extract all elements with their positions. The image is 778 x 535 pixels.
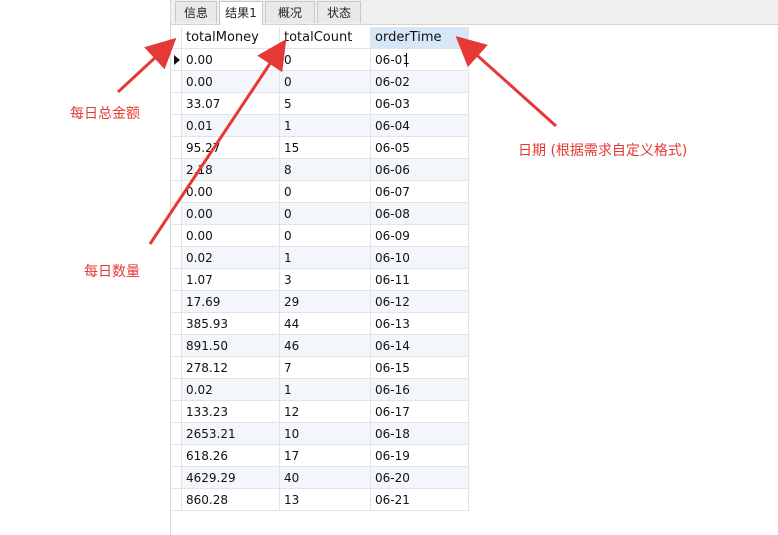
row-header[interactable] [171,401,182,423]
cell-orderTime[interactable]: 06-09 [371,225,469,247]
cell-totalMoney[interactable]: 1.07 [182,269,280,291]
cell-totalMoney[interactable]: 0.00 [182,181,280,203]
cell-orderTime[interactable]: 06-01 [371,49,469,71]
cell-totalMoney[interactable]: 278.12 [182,357,280,379]
cell-totalCount[interactable]: 0 [280,181,371,203]
row-header[interactable] [171,445,182,467]
cell-orderTime[interactable]: 06-04 [371,115,469,137]
cell-totalCount[interactable]: 1 [280,115,371,137]
tab-result1[interactable]: 结果1 [219,1,263,25]
cell-orderTime[interactable]: 06-21 [371,489,469,511]
tab-profile[interactable]: 概况 [265,1,315,23]
cell-totalMoney[interactable]: 2653.21 [182,423,280,445]
row-header[interactable] [171,137,182,159]
cell-totalMoney[interactable]: 860.28 [182,489,280,511]
row-header[interactable] [171,49,182,71]
cell-orderTime[interactable]: 06-19 [371,445,469,467]
column-header-orderTime[interactable]: orderTime [371,27,469,49]
cell-totalCount[interactable]: 0 [280,49,371,71]
cell-totalCount[interactable]: 15 [280,137,371,159]
cell-orderTime[interactable]: 06-13 [371,313,469,335]
cell-totalCount[interactable]: 7 [280,357,371,379]
cell-orderTime[interactable]: 06-07 [371,181,469,203]
row-header[interactable] [171,313,182,335]
cell-totalMoney[interactable]: 0.00 [182,71,280,93]
row-header[interactable] [171,203,182,225]
cell-orderTime[interactable]: 06-12 [371,291,469,313]
annotation-total-count: 每日数量 [84,264,140,280]
cell-orderTime[interactable]: 06-16 [371,379,469,401]
row-header[interactable] [171,423,182,445]
cell-totalMoney[interactable]: 0.01 [182,115,280,137]
annotation-order-time: 日期 (根据需求自定义格式) [518,143,688,159]
cell-totalMoney[interactable]: 4629.29 [182,467,280,489]
cell-totalMoney[interactable]: 618.26 [182,445,280,467]
row-header[interactable] [171,247,182,269]
cell-totalMoney[interactable]: 95.27 [182,137,280,159]
header-corner [171,27,182,49]
cell-totalCount[interactable]: 1 [280,247,371,269]
cell-orderTime[interactable]: 06-11 [371,269,469,291]
row-header[interactable] [171,93,182,115]
tab-info[interactable]: 信息 [175,1,217,23]
row-header[interactable] [171,181,182,203]
row-header[interactable] [171,335,182,357]
row-header[interactable] [171,379,182,401]
cell-totalCount[interactable]: 0 [280,203,371,225]
cell-totalCount[interactable]: 17 [280,445,371,467]
column-header-totalCount[interactable]: totalCount [280,27,371,49]
cell-orderTime[interactable]: 06-14 [371,335,469,357]
arrow-to-orderTime [455,35,558,128]
cell-totalMoney[interactable]: 133.23 [182,401,280,423]
cell-orderTime[interactable]: 06-10 [371,247,469,269]
tab-status[interactable]: 状态 [317,1,361,23]
cell-totalCount[interactable]: 13 [280,489,371,511]
cell-totalCount[interactable]: 3 [280,269,371,291]
row-header[interactable] [171,357,182,379]
cell-totalMoney[interactable]: 0.00 [182,225,280,247]
cell-totalMoney[interactable]: 2.18 [182,159,280,181]
column-header-totalMoney[interactable]: totalMoney [182,27,280,49]
cell-totalMoney[interactable]: 891.50 [182,335,280,357]
cell-totalCount[interactable]: 29 [280,291,371,313]
cell-orderTime[interactable]: 06-18 [371,423,469,445]
cell-totalCount[interactable]: 46 [280,335,371,357]
row-header[interactable] [171,467,182,489]
cell-totalMoney[interactable]: 0.00 [182,49,280,71]
cell-orderTime[interactable]: 06-08 [371,203,469,225]
cell-orderTime[interactable]: 06-03 [371,93,469,115]
cell-orderTime[interactable]: 06-06 [371,159,469,181]
cell-orderTime[interactable]: 06-05 [371,137,469,159]
text-cursor [406,53,407,67]
cell-totalMoney[interactable]: 385.93 [182,313,280,335]
cell-totalMoney[interactable]: 0.00 [182,203,280,225]
cell-totalCount[interactable]: 12 [280,401,371,423]
cell-orderTime[interactable]: 06-17 [371,401,469,423]
cell-totalCount[interactable]: 40 [280,467,371,489]
row-header[interactable] [171,269,182,291]
cell-totalMoney[interactable]: 17.69 [182,291,280,313]
row-header[interactable] [171,291,182,313]
row-header[interactable] [171,159,182,181]
cell-totalMoney[interactable]: 0.02 [182,247,280,269]
cell-orderTime[interactable]: 06-15 [371,357,469,379]
cell-totalMoney[interactable]: 33.07 [182,93,280,115]
cell-totalCount[interactable]: 1 [280,379,371,401]
cell-totalMoney[interactable]: 0.02 [182,379,280,401]
current-row-caret-icon [174,55,180,65]
cell-totalCount[interactable]: 0 [280,71,371,93]
cell-orderTime[interactable]: 06-02 [371,71,469,93]
result-tab-bar: 信息 结果1 概况 状态 [171,0,778,25]
row-header[interactable] [171,71,182,93]
cell-orderTime[interactable]: 06-20 [371,467,469,489]
row-header[interactable] [171,489,182,511]
cell-totalCount[interactable]: 0 [280,225,371,247]
row-header[interactable] [171,115,182,137]
cell-totalCount[interactable]: 8 [280,159,371,181]
row-header[interactable] [171,225,182,247]
annotation-total-money: 每日总金额 [70,106,140,122]
cell-totalCount[interactable]: 10 [280,423,371,445]
cell-totalCount[interactable]: 44 [280,313,371,335]
cell-totalCount[interactable]: 5 [280,93,371,115]
